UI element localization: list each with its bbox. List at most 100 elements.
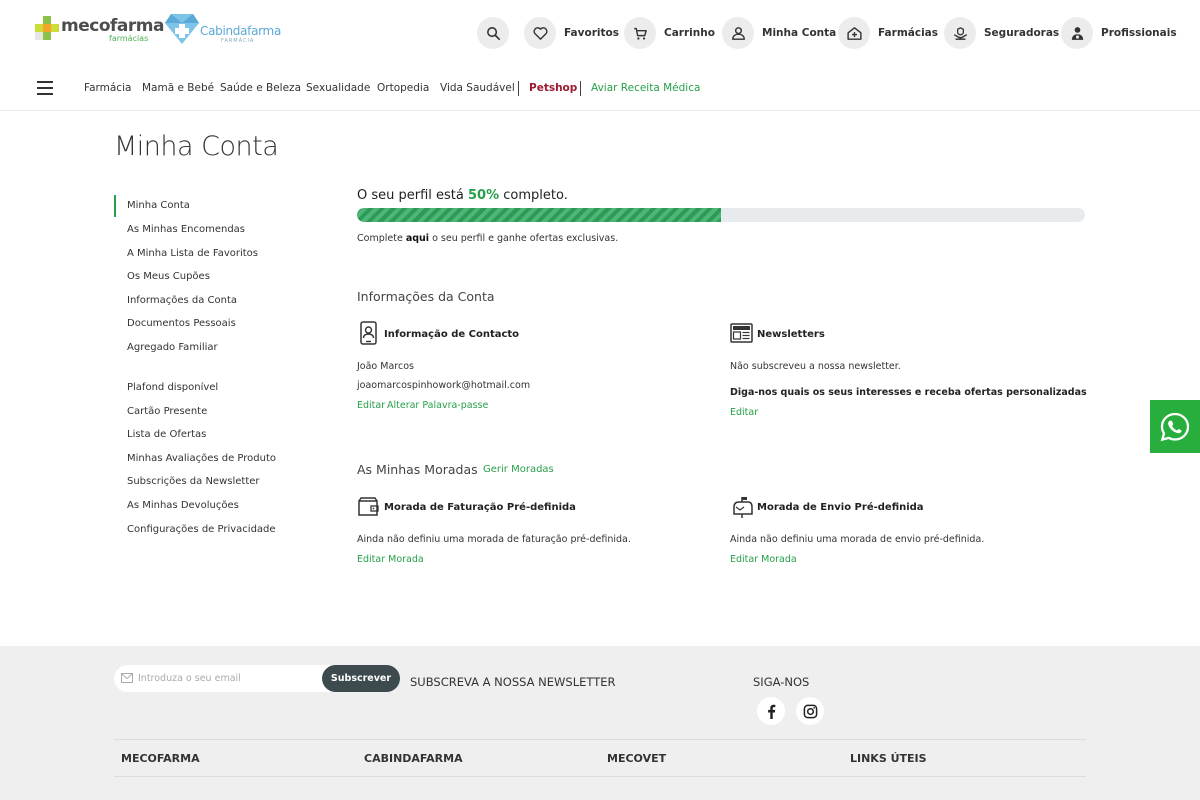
newsletter-prompt: Diga-nos quais os seus interesses e rece… [730,387,1087,398]
account-info-title: Informações da Conta [357,289,495,304]
category-farmacia[interactable]: Farmácia [84,82,131,94]
search-icon [486,26,500,40]
cart-label: Carrinho [664,27,715,39]
user-icon [731,26,745,40]
contact-name: João Marcos [357,361,414,372]
facebook-button[interactable] [757,697,785,725]
instagram-button[interactable] [796,697,824,725]
email-icon [121,673,133,683]
complete-profile-suffix: o seu perfil e ganhe ofertas exclusivas. [429,233,619,244]
mecofarma-logo-subtext: farmácias [109,34,149,43]
newsletter-heading: SUBSCREVA A NOSSA NEWSLETTER [410,675,616,689]
account-button[interactable]: Minha Conta [722,17,836,49]
cabindafarma-logo-subtext: FARMÁCIA [221,38,255,44]
search-button[interactable] [477,17,509,49]
edit-newsletter-link[interactable]: Editar [730,407,758,418]
page-title: Minha Conta [114,131,279,162]
footer-column-links-uteis: LINKS ÚTEIS [850,752,927,765]
shipping-address-text: Ainda não definiu uma morada de envio pr… [730,534,985,545]
billing-address-text: Ainda não definiu uma morada de faturaçã… [357,534,631,545]
cabindafarma-logo[interactable]: Cabindafarma FARMÁCIA [165,12,281,44]
complete-profile-prefix: Complete [357,233,406,244]
mecofarma-logo[interactable]: mecofarma farmácias [35,14,164,44]
whatsapp-icon [1160,412,1190,441]
sidebar-item-cartao-presente[interactable]: Cartão Presente [127,406,207,417]
professionals-label: Profissionais [1101,27,1177,39]
wallet-icon [358,497,379,516]
pharmacies-label: Farmácias [878,27,939,39]
account-label: Minha Conta [762,27,837,39]
insurance-hands-icon [953,26,967,40]
manage-addresses-link[interactable]: Gerir Moradas [483,464,554,475]
footer-column-mecofarma: MECOFARMA [121,752,200,765]
contact-info-title: Informação de Contacto [384,329,520,340]
sidebar-item-informacoes-conta[interactable]: Informações da Conta [127,295,237,306]
sidebar-item-minha-conta[interactable]: Minha Conta [127,200,190,211]
footer-column-mecovet: MECOVET [607,752,667,765]
profile-progress-prefix: O seu perfil está [357,188,469,203]
category-ortopedia[interactable]: Ortopedia [377,82,429,94]
favorites-button[interactable]: Favoritos [524,17,619,49]
sidebar-item-documentos[interactable]: Documentos Pessoais [127,318,236,329]
insurers-button[interactable]: Seguradoras [944,17,1059,49]
heart-icon [532,26,548,40]
mecofarma-logo-text: mecofarma [61,16,164,36]
cart-button[interactable]: Carrinho [624,17,715,49]
category-sexualidade[interactable]: Sexualidade [306,82,370,94]
shipping-address-title: Morada de Envio Pré-definida [757,502,924,513]
sidebar-item-avaliacoes[interactable]: Minhas Avaliações de Produto [127,453,276,464]
footer-divider [114,739,1086,740]
newsletter-status: Não subscreveu a nossa newsletter. [730,361,901,372]
instagram-icon [803,704,817,718]
profile-progress-fill [357,208,721,222]
nav-divider [518,81,519,96]
sidebar-item-favoritos[interactable]: A Minha Lista de Favoritos [127,248,258,259]
complete-profile-link[interactable]: aqui [406,233,429,244]
whatsapp-button[interactable] [1150,400,1200,453]
subscribe-button[interactable]: Subscrever [322,665,400,692]
change-password-link[interactable]: Alterar Palavra-passe [387,400,488,411]
edit-billing-address-link[interactable]: Editar Morada [357,554,424,565]
edit-shipping-address-link[interactable]: Editar Morada [730,554,797,565]
menu-icon[interactable] [37,81,53,95]
sidebar-item-encomendas[interactable]: As Minhas Encomendas [127,224,245,235]
nav-divider [580,81,581,96]
contact-email: joaomarcospinhowork@hotmail.com [357,380,531,391]
pharmacies-button[interactable]: Farmácias [838,17,938,49]
sidebar-active-indicator [114,195,116,217]
pharmacy-house-icon [846,26,862,40]
sidebar-item-cupoes[interactable]: Os Meus Cupões [127,271,210,282]
profile-progress-suffix: completo. [499,188,568,203]
billing-address-title: Morada de Faturação Pré-definida [384,502,576,513]
sidebar-item-subscricoes[interactable]: Subscrições da Newsletter [127,476,260,487]
category-saude-beleza[interactable]: Saúde e Beleza [220,82,301,94]
footer-divider [114,776,1086,777]
cart-icon [633,27,647,40]
addresses-title: As Minhas Moradas [357,462,478,477]
sidebar-item-agregado[interactable]: Agregado Familiar [127,342,218,353]
category-prescription[interactable]: Aviar Receita Médica [591,82,700,94]
sidebar-item-plafond[interactable]: Plafond disponível [127,382,218,393]
profile-progress-percent: 50% [468,188,500,203]
professionals-button[interactable]: Profissionais [1061,17,1177,49]
footer-column-cabindafarma: CABINDAFARMA [364,752,463,765]
mailbox-icon [733,497,753,518]
category-navigation: Farmácia Mamã e Bebé Saúde e Beleza Sexu… [0,68,1200,111]
sidebar-item-privacidade[interactable]: Configurações de Privacidade [127,524,276,535]
facebook-icon [767,704,775,719]
category-petshop[interactable]: Petshop [529,82,577,94]
category-vida-saudavel[interactable]: Vida Saudável [440,82,515,94]
newsletters-title: Newsletters [757,329,825,340]
insurers-label: Seguradoras [984,27,1060,39]
newsletter-email-input[interactable] [138,669,318,688]
sidebar-item-devolucoes[interactable]: As Minhas Devoluções [127,500,239,511]
edit-contact-link[interactable]: Editar [357,400,385,411]
category-mama-bebe[interactable]: Mamã e Bebé [142,82,214,94]
cabindafarma-diamond-icon [165,14,199,44]
profile-progress-title: O seu perfil está 50% completo. [357,188,568,203]
top-header: mecofarma farmácias Cabindafarma FARMÁCI… [0,0,1200,66]
sidebar-item-lista-ofertas[interactable]: Lista de Ofertas [127,429,206,440]
follow-us-heading: SIGA-NOS [753,675,810,689]
favorites-label: Favoritos [564,27,619,39]
cabindafarma-logo-text: Cabindafarma [200,24,282,38]
